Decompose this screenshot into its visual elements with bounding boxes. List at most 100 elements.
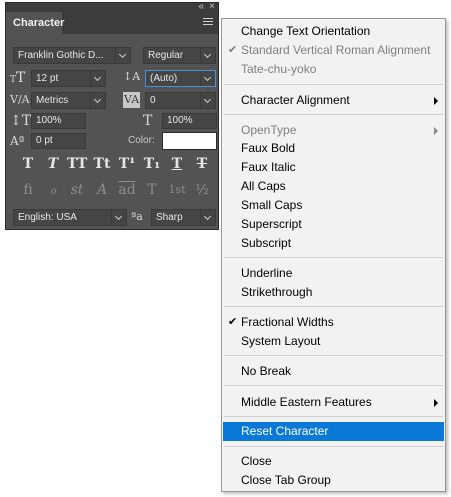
chevron-down-icon [90, 71, 105, 86]
menu-item-label: Tate-chu-yoko [241, 62, 317, 76]
menu-item-reset-character[interactable]: Reset Character [223, 422, 444, 441]
kerning-icon: V/A [10, 93, 30, 106]
tracking-icon: VA [123, 92, 141, 108]
menu-separator [224, 355, 443, 356]
strikethrough-icon: T [196, 156, 208, 172]
menu-item-no-break[interactable]: No Break [223, 362, 444, 381]
menu-item-middle-eastern-features[interactable]: Middle Eastern Features [223, 393, 444, 412]
kerning-dropdown[interactable]: Metrics [31, 92, 106, 109]
antialias-value: Sharp [156, 212, 183, 223]
swash-button[interactable]: A [92, 181, 112, 199]
menu-item-small-caps[interactable]: Small Caps [223, 196, 444, 215]
menu-item-label: Faux Italic [241, 160, 296, 174]
faux-italic-icon: T [47, 156, 59, 172]
small-caps-button[interactable]: Tt [92, 155, 112, 173]
subscript-button[interactable]: T₁ [142, 155, 162, 173]
subscript-icon: T₁ [143, 156, 161, 172]
baseline-shift-icon: Aª [10, 134, 25, 148]
panel-title-strip: « × [6, 1, 218, 12]
stylistic-alternates-icon: ad [118, 182, 136, 198]
strikethrough-button[interactable]: T [192, 155, 212, 173]
antialias-dropdown[interactable]: Sharp [151, 209, 216, 226]
menu-item-system-layout[interactable]: System Layout [223, 332, 444, 351]
language-value: English: USA [18, 212, 77, 223]
chevron-down-icon [111, 210, 126, 225]
menu-separator [224, 306, 443, 307]
menu-item-strikethrough[interactable]: Strikethrough [223, 283, 444, 302]
menu-item-label: System Layout [241, 334, 321, 348]
ligatures-button[interactable]: fi [18, 181, 38, 199]
text-color-swatch[interactable] [162, 132, 217, 150]
menu-separator [224, 257, 443, 258]
leading-value: (Auto) [150, 73, 178, 84]
faux-bold-button[interactable]: T [18, 155, 38, 173]
menu-item-label: Reset Character [241, 424, 329, 438]
old-style-button[interactable]: ℴ [43, 181, 63, 199]
menu-item-character-alignment[interactable]: Character Alignment [223, 91, 444, 110]
menu-item-tate-chu-yoko[interactable]: Tate-chu-yoko [223, 60, 444, 79]
menu-item-label: Underline [241, 266, 293, 280]
titling-alternates-button[interactable]: T [142, 181, 162, 199]
font-family-dropdown[interactable]: Franklin Gothic D... [13, 47, 131, 64]
old-style-icon: ℴ [49, 182, 57, 198]
menu-item-label: Close [241, 454, 272, 468]
language-dropdown[interactable]: English: USA [13, 209, 127, 226]
menu-item-fractional-widths[interactable]: ✔ Fractional Widths [223, 313, 444, 332]
menu-item-subscript[interactable]: Subscript [223, 234, 444, 253]
vertical-scale-value: 100% [36, 115, 62, 126]
vertical-scale-field[interactable]: 100% [31, 113, 86, 129]
ordinals-button[interactable]: 1st [167, 181, 187, 199]
menu-item-change-text-orientation[interactable]: Change Text Orientation [223, 22, 444, 41]
horizontal-scale-field[interactable]: 100% [162, 113, 217, 129]
swash-icon: A [96, 182, 108, 198]
horizontal-scale-icon: T [143, 113, 153, 129]
panel-flyout-menu: Change Text Orientation ✔ Standard Vertic… [221, 18, 446, 492]
all-caps-button[interactable]: TT [67, 155, 87, 173]
baseline-shift-field[interactable]: 0 pt [31, 133, 86, 149]
menu-item-superscript[interactable]: Superscript [223, 215, 444, 234]
chevron-down-icon [200, 93, 215, 108]
menu-item-label: Strikethrough [241, 285, 313, 299]
menu-separator [224, 84, 443, 85]
leading-dropdown[interactable]: (Auto) [145, 70, 216, 87]
underline-button[interactable]: T [167, 155, 187, 173]
menu-item-label: No Break [241, 364, 292, 378]
menu-item-label: OpenType [241, 123, 297, 137]
fractions-icon: ½ [195, 182, 209, 198]
check-icon: ✔ [228, 316, 238, 328]
faux-italic-button[interactable]: T [43, 155, 63, 173]
tab-character[interactable]: Character [6, 12, 64, 34]
chevron-down-icon [90, 93, 105, 108]
stylistic-alternates-button[interactable]: ad [117, 181, 137, 199]
font-style-dropdown[interactable]: Regular [143, 47, 216, 64]
discretionary-ligatures-icon: st [70, 182, 84, 198]
font-style-value: Regular [148, 50, 184, 61]
superscript-button[interactable]: T¹ [117, 155, 137, 173]
font-size-value: 12 pt [36, 73, 59, 84]
menu-item-faux-italic[interactable]: Faux Italic [223, 158, 444, 177]
chevron-down-icon [200, 71, 215, 86]
fractions-button[interactable]: ½ [192, 181, 212, 199]
tracking-value: 0 [150, 95, 156, 106]
panel-menu-icon[interactable] [203, 18, 213, 27]
discretionary-ligatures-button[interactable]: st [67, 181, 87, 199]
menu-item-label: Faux Bold [241, 141, 296, 155]
tracking-dropdown[interactable]: 0 [145, 92, 216, 109]
menu-item-faux-bold[interactable]: Faux Bold [223, 139, 444, 158]
menu-item-standard-vertical-roman-alignment[interactable]: ✔ Standard Vertical Roman Alignment [223, 41, 444, 60]
menu-item-close[interactable]: Close [223, 452, 444, 471]
menu-item-label: Subscript [241, 236, 292, 250]
menu-separator [224, 385, 443, 386]
menu-separator [224, 416, 443, 417]
menu-item-label: Character Alignment [241, 93, 350, 107]
menu-item-close-tab-group[interactable]: Close Tab Group [223, 471, 444, 490]
menu-item-label: Small Caps [241, 198, 303, 212]
menu-item-underline[interactable]: Underline [223, 264, 444, 283]
menu-separator [224, 446, 443, 447]
vertical-scale-icon: ↕T [10, 113, 32, 129]
menu-item-all-caps[interactable]: All Caps [223, 177, 444, 196]
menu-item-label: Change Text Orientation [241, 24, 371, 38]
baseline-shift-value: 0 pt [36, 135, 53, 146]
font-size-dropdown[interactable]: 12 pt [31, 70, 106, 87]
menu-item-opentype[interactable]: OpenType [223, 121, 444, 140]
